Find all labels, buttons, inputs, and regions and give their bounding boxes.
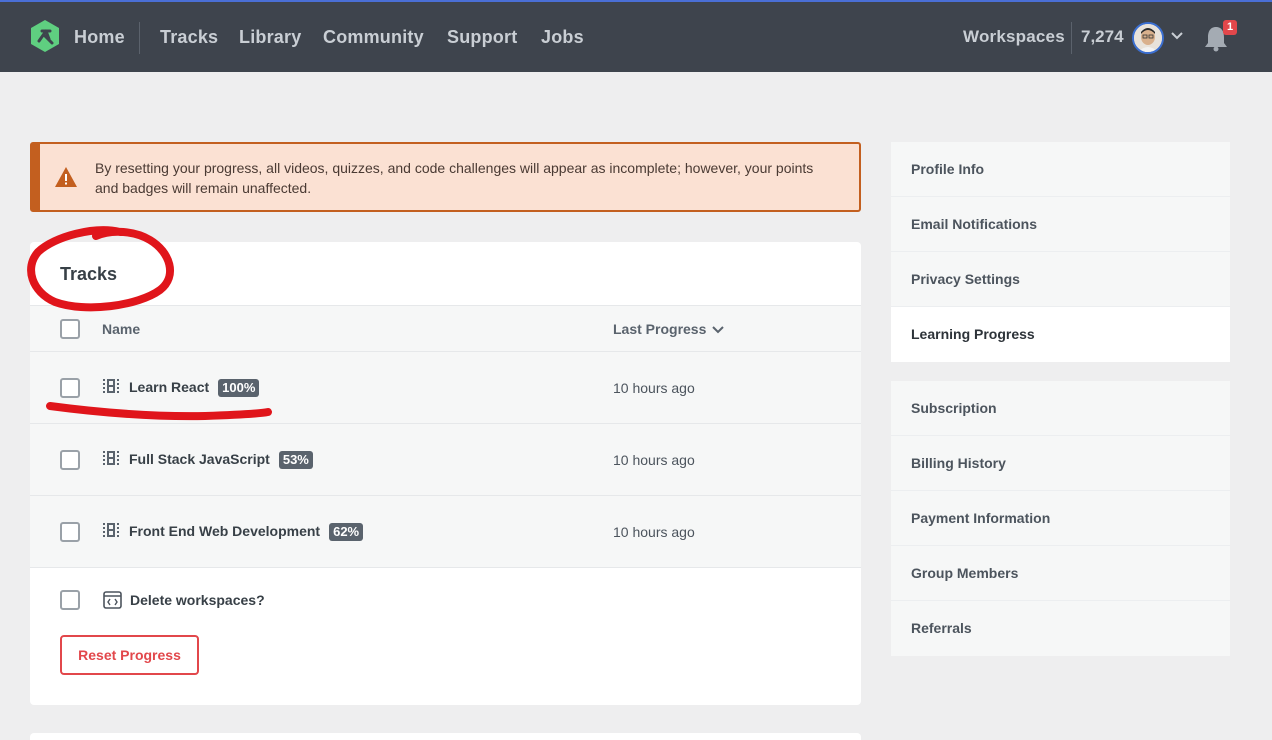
tracks-card: Tracks Name Last Progress Learn React 100… <box>30 242 861 705</box>
sidebar-item-billing-history[interactable]: Billing History <box>891 436 1230 491</box>
settings-sidebar: Profile Info Email Notifications Privacy… <box>891 142 1230 362</box>
track-name-label: Front End Web Development <box>129 523 321 539</box>
track-icon <box>103 379 119 393</box>
nav-divider <box>139 22 140 54</box>
sidebar-item-learning-progress[interactable]: Learning Progress <box>891 307 1230 362</box>
column-name: Name <box>102 321 141 337</box>
tracks-title: Tracks <box>60 264 118 284</box>
sidebar-item-subscription[interactable]: Subscription <box>891 381 1230 436</box>
progress-badge: 53% <box>278 451 313 469</box>
row-checkbox[interactable] <box>60 378 80 398</box>
workspace-code-icon <box>103 591 122 609</box>
reset-warning-alert: By resetting your progress, all videos, … <box>30 142 861 212</box>
delete-workspaces-label: Delete workspaces? <box>130 592 265 608</box>
table-row: Learn React 100% 10 hours ago <box>30 352 861 424</box>
nav-jobs-link[interactable]: Jobs <box>541 27 584 48</box>
table-row: Full Stack JavaScript 53% 10 hours ago <box>30 424 861 496</box>
track-icon <box>103 451 119 465</box>
last-progress-time: 10 hours ago <box>613 452 695 468</box>
nav-home-link[interactable]: Home <box>74 27 125 48</box>
nav-library-link[interactable]: Library <box>239 27 301 48</box>
next-card <box>30 733 861 740</box>
alert-message: By resetting your progress, all videos, … <box>95 160 814 196</box>
sidebar-item-referrals[interactable]: Referrals <box>891 601 1230 656</box>
points-count[interactable]: 7,274 <box>1081 27 1124 47</box>
select-all-checkbox[interactable] <box>60 319 80 339</box>
progress-badge: 62% <box>329 523 364 541</box>
nav-tracks-link[interactable]: Tracks <box>160 27 218 48</box>
nav-divider <box>1071 22 1072 54</box>
last-progress-time: 10 hours ago <box>613 524 695 540</box>
chevron-down-icon[interactable] <box>1171 32 1183 40</box>
sidebar-item-profile-info[interactable]: Profile Info <box>891 142 1230 197</box>
account-sidebar: Subscription Billing History Payment Inf… <box>891 381 1230 656</box>
column-last-progress-label: Last Progress <box>613 321 707 337</box>
row-checkbox[interactable] <box>60 522 80 542</box>
track-name-label: Learn React <box>129 379 210 395</box>
delete-workspaces-checkbox[interactable] <box>60 590 80 610</box>
avatar-image-icon <box>1134 24 1162 52</box>
track-icon <box>103 523 119 537</box>
sidebar-item-payment-information[interactable]: Payment Information <box>891 491 1230 546</box>
track-name-label: Full Stack JavaScript <box>129 451 270 467</box>
user-avatar[interactable] <box>1132 22 1164 54</box>
treehouse-logo-icon[interactable] <box>28 19 62 53</box>
sort-chevron-down-icon <box>712 326 724 334</box>
track-name[interactable]: Full Stack JavaScript 53% <box>129 451 313 469</box>
row-checkbox[interactable] <box>60 450 80 470</box>
last-progress-time: 10 hours ago <box>613 380 695 396</box>
progress-badge: 100% <box>218 379 260 397</box>
sidebar-item-group-members[interactable]: Group Members <box>891 546 1230 601</box>
nav-support-link[interactable]: Support <box>447 27 517 48</box>
track-name[interactable]: Front End Web Development 62% <box>129 523 364 541</box>
track-name[interactable]: Learn React 100% <box>129 379 260 397</box>
nav-workspaces-link[interactable]: Workspaces <box>963 27 1065 47</box>
table-header: Name Last Progress <box>30 305 861 352</box>
nav-community-link[interactable]: Community <box>323 27 424 48</box>
sidebar-item-email-notifications[interactable]: Email Notifications <box>891 197 1230 252</box>
reset-progress-button[interactable]: Reset Progress <box>60 635 199 675</box>
column-last-progress[interactable]: Last Progress <box>613 321 724 337</box>
sidebar-item-privacy-settings[interactable]: Privacy Settings <box>891 252 1230 307</box>
top-nav: Home Tracks Library Community Support Jo… <box>0 0 1272 72</box>
notification-badge: 1 <box>1223 20 1237 35</box>
table-row: Front End Web Development 62% 10 hours ag… <box>30 496 861 568</box>
warning-icon <box>55 167 77 187</box>
